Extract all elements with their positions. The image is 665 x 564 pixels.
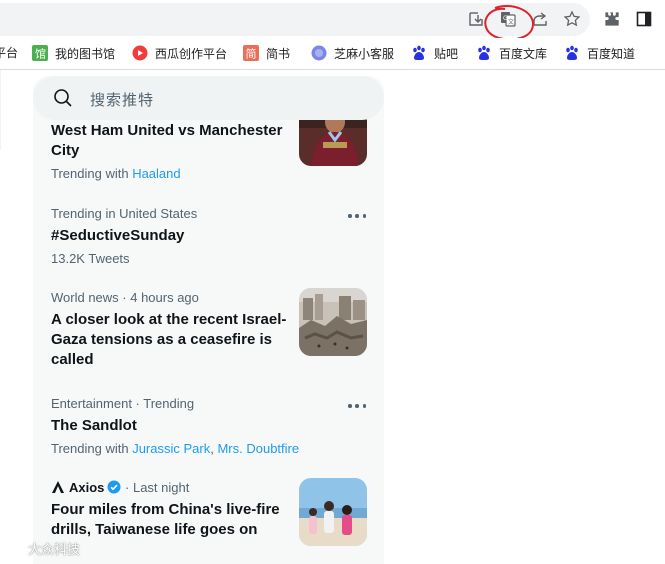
search-box[interactable]: 搜索推特	[33, 76, 384, 120]
trend-sub: Trending with Haaland	[51, 166, 371, 182]
trend-item[interactable]: Entertainment · Trending The Sandlot Tre…	[51, 396, 371, 457]
trend-link[interactable]: Jurassic Park	[132, 441, 210, 456]
search-icon	[54, 89, 72, 107]
watermark-logo-icon	[6, 542, 24, 555]
trend-item[interactable]: Trending in United States #SeductiveSund…	[51, 206, 371, 267]
bookmark-label: 百度文库	[499, 46, 548, 61]
trend-meta: Entertainment · Trending	[51, 396, 195, 411]
trend-source: Axios	[69, 480, 105, 495]
more-options-icon[interactable]	[348, 401, 366, 411]
bookmark-label: 芝麻小客服	[334, 46, 395, 61]
trend-meta-suffix: · Last night	[125, 480, 190, 495]
bookmark-xigua[interactable]: 西瓜创作平台	[132, 44, 227, 62]
bookmark-zhidao[interactable]: 百度知道	[564, 44, 635, 62]
bookmark-label: 西瓜创作平台	[155, 46, 228, 61]
bookmark-wenku[interactable]: 百度文库	[476, 44, 547, 62]
svg-text:文: 文	[508, 18, 514, 26]
svg-text:简: 简	[246, 47, 257, 61]
bookmark-star-icon[interactable]	[562, 9, 582, 29]
xigua-icon	[132, 45, 148, 61]
more-options-icon[interactable]	[348, 211, 366, 221]
verified-badge-icon	[107, 480, 121, 494]
translate-icon[interactable]: G文	[498, 9, 518, 29]
trend-sub-prefix: Trending with	[51, 441, 129, 456]
baidu-paw-icon	[411, 45, 427, 61]
trend-link[interactable]: Haaland	[132, 166, 180, 181]
baidu-paw-icon	[564, 45, 580, 61]
bookmark-item-partial[interactable]: 平台	[0, 44, 18, 62]
bookmark-jianshu[interactable]: 简 简书	[243, 44, 290, 62]
trend-link[interactable]: Mrs. Doubtfire	[217, 441, 299, 456]
bookmark-library[interactable]: 馆 我的图书馆	[32, 44, 115, 62]
library-icon: 馆	[32, 45, 48, 61]
bookmark-label: 简书	[266, 46, 291, 61]
trend-sub-separator: ,	[210, 441, 214, 456]
bookmark-label: 百度知道	[587, 46, 636, 61]
trend-sub-prefix: Trending with	[51, 166, 129, 181]
axios-logo-icon	[52, 481, 64, 493]
side-panel-icon[interactable]	[634, 9, 654, 29]
bookmark-label: 贴吧	[434, 46, 459, 61]
beach-people-photo	[299, 478, 367, 546]
baidu-paw-icon	[476, 45, 492, 61]
bookmark-tieba[interactable]: 贴吧	[411, 44, 458, 62]
bookmarks-bar: 平台 馆 我的图书馆 西瓜创作平台 简 简书 芝麻小客服 贴吧 百度文库 百度知…	[0, 38, 665, 70]
zhima-icon	[311, 45, 327, 61]
search-placeholder: 搜索推特	[90, 92, 155, 109]
divider	[0, 70, 1, 150]
watermark-text: 大众科技	[28, 542, 81, 557]
share-icon[interactable]	[530, 9, 550, 29]
destroyed-buildings-photo	[299, 288, 367, 356]
trend-title: #SeductiveSunday	[51, 227, 185, 244]
watermark: 大众科技	[6, 539, 80, 558]
bookmark-zhima[interactable]: 芝麻小客服	[311, 44, 394, 62]
browser-toolbar: G文	[0, 0, 665, 41]
extensions-icon[interactable]	[602, 9, 622, 29]
trend-meta: Trending in United States	[51, 206, 198, 221]
trend-sub: 13.2K Tweets	[51, 251, 130, 266]
bookmark-label: 我的图书馆	[55, 46, 116, 61]
svg-text:馆: 馆	[35, 47, 46, 61]
trend-sub: Trending with Jurassic Park, Mrs. Doubtf…	[51, 441, 371, 457]
download-icon[interactable]	[466, 9, 486, 29]
trend-title: The Sandlot	[51, 417, 137, 434]
jianshu-icon: 简	[243, 45, 259, 61]
